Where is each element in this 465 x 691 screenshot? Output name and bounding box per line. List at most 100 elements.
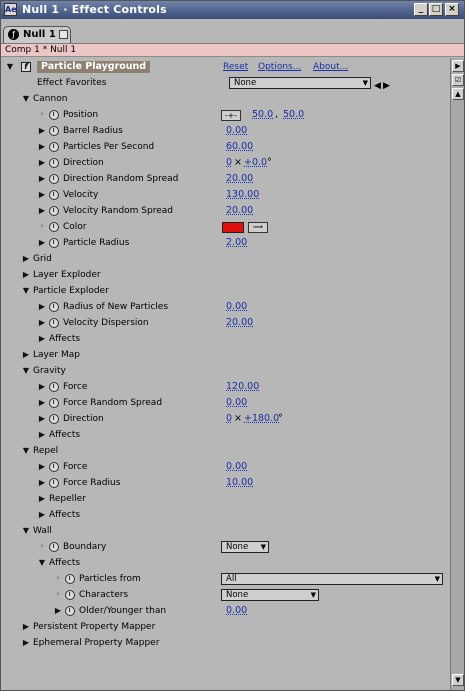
bullet-icon: ›	[40, 109, 44, 118]
property-label: Persistent Property Mapper	[33, 622, 156, 632]
bullet-icon: ›	[40, 541, 44, 550]
stopwatch-icon[interactable]	[49, 478, 59, 488]
stopwatch-icon[interactable]	[49, 302, 59, 312]
expand-triangle-icon[interactable]: ▶	[37, 379, 47, 395]
expand-triangle-icon[interactable]: ▶	[21, 251, 31, 267]
expand-triangle-icon[interactable]: ▶	[37, 155, 47, 171]
expand-triangle-icon[interactable]: ▶	[37, 203, 47, 219]
degrees-value[interactable]: +0.0	[244, 155, 267, 171]
revolutions-value[interactable]: 0	[226, 411, 232, 427]
panel-menu-icon[interactable]: ▶	[452, 60, 464, 72]
expand-triangle-icon[interactable]: ▶	[37, 411, 47, 427]
stopwatch-icon[interactable]	[49, 126, 59, 136]
property-value[interactable]: 60.00	[226, 139, 253, 155]
stopwatch-icon[interactable]	[49, 238, 59, 248]
eyedropper-icon[interactable]: ⟹	[248, 222, 268, 233]
degrees-value[interactable]: +180.0	[244, 411, 279, 427]
expand-triangle-icon[interactable]: ▶	[37, 235, 47, 251]
effect-favorites-dropdown[interactable]: None ▼	[229, 77, 371, 89]
property-value[interactable]: 0.00	[226, 603, 247, 619]
stopwatch-icon[interactable]	[65, 590, 75, 600]
property-value[interactable]: 20.00	[226, 171, 253, 187]
expand-triangle-icon[interactable]: ▼	[5, 59, 15, 75]
stopwatch-icon[interactable]	[49, 382, 59, 392]
property-row: ▶ Direction 0 × +0.0 °	[1, 155, 450, 171]
stopwatch-icon[interactable]	[49, 206, 59, 216]
position-y-value[interactable]: 50.0	[283, 107, 304, 123]
scroll-up-icon[interactable]: ▲	[452, 88, 464, 100]
position-x-value[interactable]: 50.0	[252, 107, 273, 123]
stopwatch-icon[interactable]	[49, 158, 59, 168]
characters-dropdown[interactable]: None ▼	[221, 589, 319, 601]
expand-triangle-icon[interactable]: ▶	[37, 491, 47, 507]
tab-null-1[interactable]: ƒ Null 1	[3, 26, 71, 43]
property-value[interactable]: 0.00	[226, 459, 247, 475]
expand-triangle-icon[interactable]: ▶	[37, 139, 47, 155]
property-value[interactable]: 2.00	[226, 235, 247, 251]
particles_from-dropdown[interactable]: All ▼	[221, 573, 443, 585]
tab-label: Null 1	[23, 29, 56, 40]
expand-triangle-icon[interactable]: ▶	[37, 331, 47, 347]
collapse-triangle-icon[interactable]: ▼	[21, 363, 31, 379]
property-value[interactable]: 20.00	[226, 203, 253, 219]
collapse-triangle-icon[interactable]: ▼	[21, 443, 31, 459]
property-value[interactable]: 0.00	[226, 395, 247, 411]
property-label: Barrel Radius	[63, 126, 123, 136]
stopwatch-icon[interactable]	[49, 414, 59, 424]
about-link[interactable]: About...	[313, 59, 348, 75]
expand-triangle-icon[interactable]: ▶	[53, 603, 63, 619]
expand-triangle-icon[interactable]: ▶	[37, 507, 47, 523]
expand-triangle-icon[interactable]: ▶	[37, 395, 47, 411]
color-swatch[interactable]	[222, 222, 244, 233]
stopwatch-icon[interactable]	[49, 110, 59, 120]
expand-triangle-icon[interactable]: ▶	[37, 187, 47, 203]
stopwatch-icon[interactable]	[49, 222, 59, 232]
boundary-dropdown[interactable]: None ▼	[221, 541, 269, 553]
vertical-scrollbar[interactable]: ▶ ☑ ▲ ▼	[450, 58, 464, 690]
collapse-triangle-icon[interactable]: ▼	[37, 555, 47, 571]
tab-close-icon[interactable]	[59, 30, 68, 39]
stopwatch-icon[interactable]	[49, 462, 59, 472]
stopwatch-icon[interactable]	[49, 398, 59, 408]
property-row: ▶ Affects	[1, 427, 450, 443]
revolutions-value[interactable]: 0	[226, 155, 232, 171]
expand-triangle-icon[interactable]: ▶	[37, 475, 47, 491]
fx-toggle-icon[interactable]: f	[21, 62, 31, 72]
expand-triangle-icon[interactable]: ▶	[21, 619, 31, 635]
property-value[interactable]: 10.00	[226, 475, 253, 491]
minimize-button[interactable]: _	[414, 3, 428, 16]
close-button[interactable]: ×	[445, 3, 459, 16]
expand-triangle-icon[interactable]: ▶	[21, 267, 31, 283]
expand-triangle-icon[interactable]: ▶	[37, 171, 47, 187]
property-value[interactable]: 20.00	[226, 315, 253, 331]
property-value[interactable]: 0.00	[226, 123, 247, 139]
stopwatch-icon[interactable]	[49, 318, 59, 328]
characters-value: None	[226, 590, 249, 600]
expand-triangle-icon[interactable]: ▶	[37, 427, 47, 443]
options-link[interactable]: Options...	[258, 59, 301, 75]
expand-triangle-icon[interactable]: ▶	[21, 635, 31, 651]
stopwatch-icon[interactable]	[49, 542, 59, 552]
expand-triangle-icon[interactable]: ▶	[37, 459, 47, 475]
expand-triangle-icon[interactable]: ▶	[37, 299, 47, 315]
maximize-button[interactable]: □	[429, 3, 443, 16]
expand-triangle-icon[interactable]: ▶	[37, 315, 47, 331]
property-value[interactable]: 120.00	[226, 379, 259, 395]
expand-triangle-icon[interactable]: ▶	[21, 347, 31, 363]
property-value[interactable]: 0.00	[226, 299, 247, 315]
collapse-triangle-icon[interactable]: ▼	[21, 91, 31, 107]
collapse-triangle-icon[interactable]: ▼	[21, 283, 31, 299]
stopwatch-icon[interactable]	[49, 142, 59, 152]
stopwatch-icon[interactable]	[49, 190, 59, 200]
panel-options-icon[interactable]: ☑	[452, 74, 464, 86]
scroll-down-icon[interactable]: ▼	[452, 674, 464, 686]
property-value[interactable]: 130.00	[226, 187, 259, 203]
title-bar[interactable]: Ae Null 1 · Effect Controls _ □ ×	[1, 1, 464, 19]
crosshair-icon[interactable]: -+-	[221, 110, 241, 121]
stopwatch-icon[interactable]	[65, 574, 75, 584]
collapse-triangle-icon[interactable]: ▼	[21, 523, 31, 539]
expand-triangle-icon[interactable]: ▶	[37, 123, 47, 139]
reset-link[interactable]: Reset	[223, 59, 248, 75]
stopwatch-icon[interactable]	[49, 174, 59, 184]
stopwatch-icon[interactable]	[65, 606, 75, 616]
